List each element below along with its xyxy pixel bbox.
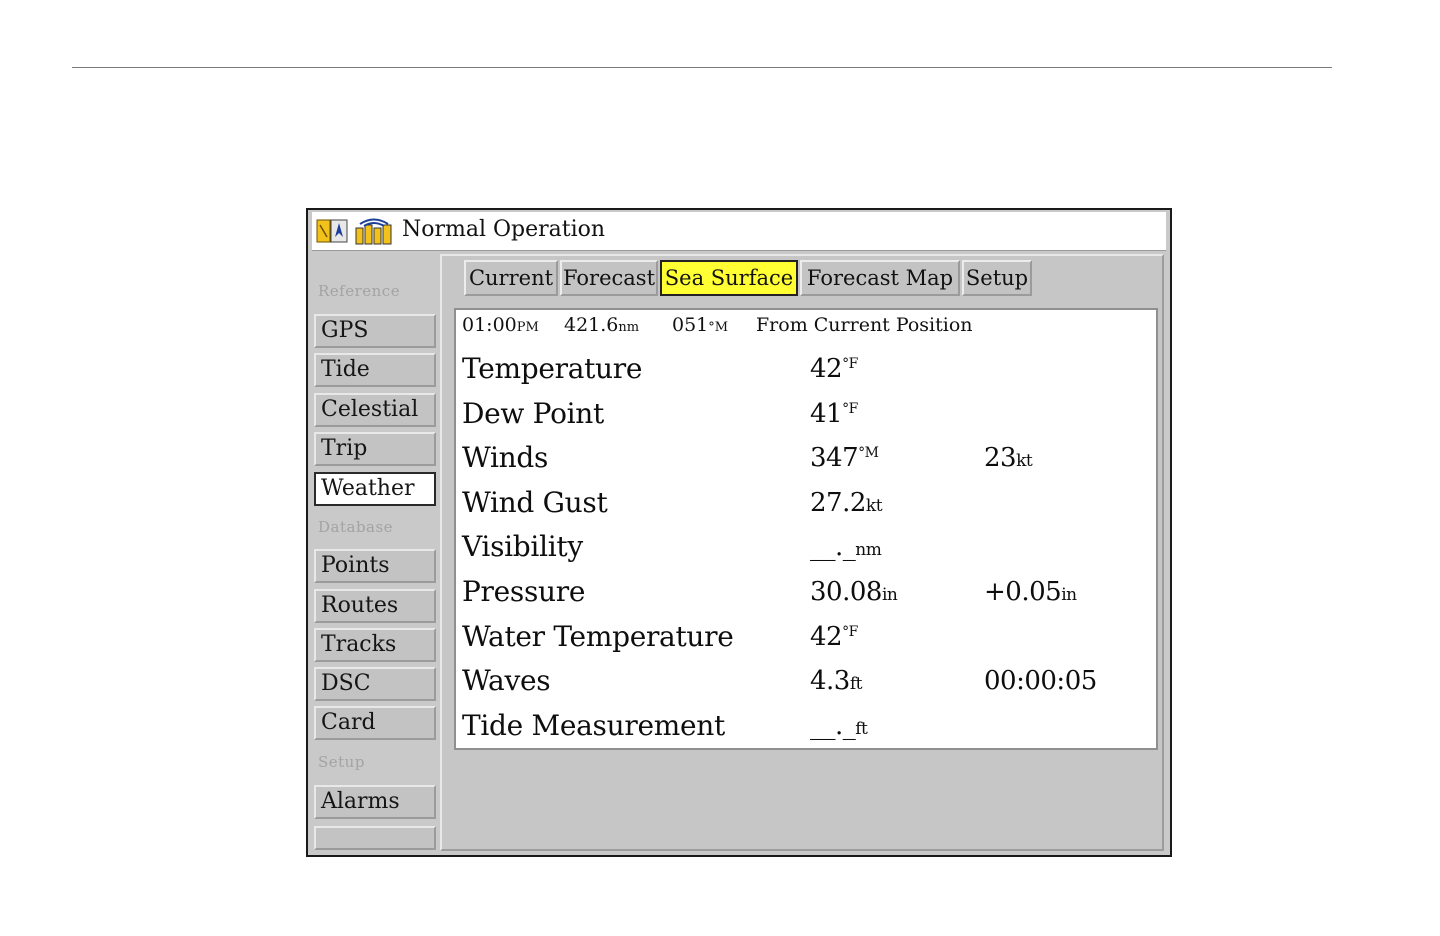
sidebar-item-points[interactable]: Points — [314, 549, 436, 583]
sidebar-item-tracks[interactable]: Tracks — [314, 628, 436, 662]
reading-label: Winds — [462, 441, 549, 475]
signal-strength-icon — [355, 218, 392, 245]
device-screen: Normal Operation Reference GPS Tide Cele… — [306, 208, 1172, 857]
reading-label: Pressure — [462, 575, 586, 608]
bearing-readout: 051°M — [672, 314, 729, 336]
sidebar-item-card[interactable]: Card — [314, 706, 436, 740]
sidebar-section-reference: Reference — [318, 282, 401, 300]
reading-row: Waves 4.3ft 00:00:05 — [462, 664, 1152, 704]
reading-label: Tide Measurement — [462, 708, 725, 742]
reading-row: Wind Gust 27.2kt — [462, 486, 1152, 526]
sidebar-item-more[interactable] — [314, 826, 436, 850]
reading-row: Visibility __._nm — [462, 530, 1152, 570]
reading-value: __._nm — [810, 532, 882, 563]
sea-surface-readings: 01:00PM 421.6nm 051°M From Current Posit… — [454, 308, 1158, 750]
tab-forecast-map[interactable]: Forecast Map — [800, 260, 960, 296]
reading-row: Tide Measurement __._ft — [462, 708, 1152, 748]
reading-label: Wind Gust — [462, 485, 608, 519]
reading-value: 27.2kt — [810, 487, 883, 518]
reading-label: Water Temperature — [462, 619, 734, 653]
reading-row: Pressure 30.08in +0.05in — [462, 575, 1152, 615]
forecast-time: 01:00PM — [462, 314, 539, 336]
tab-current[interactable]: Current — [464, 260, 558, 296]
sidebar-item-gps[interactable]: GPS — [314, 314, 436, 348]
sidebar-section-database: Database — [318, 518, 394, 536]
tab-forecast[interactable]: Forecast — [560, 260, 658, 296]
reading-label: Waves — [462, 664, 551, 698]
reading-value: 42°F — [810, 621, 858, 652]
sidebar-item-trip[interactable]: Trip — [314, 432, 436, 466]
reading-label: Dew Point — [462, 396, 604, 430]
tab-sea-surface[interactable]: Sea Surface — [660, 260, 798, 296]
title-bar: Normal Operation — [312, 212, 1166, 251]
navigation-status-icon — [316, 219, 348, 243]
sidebar-item-weather[interactable]: Weather — [314, 472, 436, 506]
sidebar-item-alarms[interactable]: Alarms — [314, 785, 436, 819]
reading-label: Visibility — [462, 530, 583, 564]
reading-value: 30.08in — [810, 577, 898, 607]
weather-panel: Current Forecast Sea Surface Forecast Ma… — [440, 254, 1164, 851]
reading-value: 42°F — [810, 354, 858, 384]
reading-value: 4.3ft — [810, 666, 862, 697]
reading-value: __._ft — [810, 710, 868, 741]
sidebar: Reference GPS Tide Celestial Trip Weathe… — [312, 254, 438, 854]
tab-setup[interactable]: Setup — [962, 260, 1032, 296]
page-top-rule — [72, 67, 1332, 68]
sidebar-item-dsc[interactable]: DSC — [314, 667, 436, 701]
sidebar-section-setup: Setup — [318, 753, 365, 771]
reading-row: Water Temperature 42°F — [462, 620, 1152, 660]
reading-secondary-value: 23kt — [984, 443, 1033, 474]
status-title: Normal Operation — [402, 217, 606, 242]
reading-row: Winds 347°M 23kt — [462, 441, 1152, 481]
reading-value: 347°M — [810, 443, 879, 474]
sidebar-item-celestial[interactable]: Celestial — [314, 393, 436, 427]
sidebar-item-routes[interactable]: Routes — [314, 589, 436, 623]
reading-secondary-value: +0.05in — [984, 577, 1077, 607]
reading-row: Dew Point 41°F — [462, 397, 1152, 437]
distance-readout: 421.6nm — [564, 314, 640, 336]
reading-label: Temperature — [462, 352, 643, 385]
reading-row: Temperature 42°F — [462, 352, 1152, 392]
sidebar-item-tide[interactable]: Tide — [314, 353, 436, 387]
reading-secondary-value: 00:00:05 — [984, 666, 1097, 697]
reading-value: 41°F — [810, 398, 858, 429]
reference-position: From Current Position — [756, 314, 973, 336]
